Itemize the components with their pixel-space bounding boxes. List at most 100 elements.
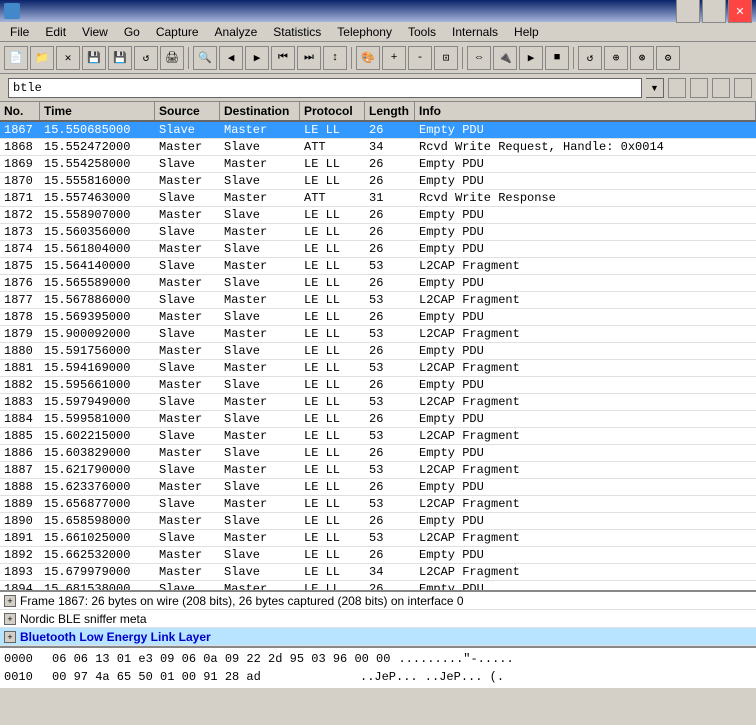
goto-first-button[interactable]: ⏮: [271, 46, 295, 70]
table-row[interactable]: 189315.679979000MasterSlaveLE LL34L2CAP …: [0, 564, 756, 581]
menu-item-edit[interactable]: Edit: [37, 23, 74, 41]
table-row[interactable]: 189015.658598000MasterSlaveLE LL26Empty …: [0, 513, 756, 530]
table-row[interactable]: 187515.564140000SlaveMasterLE LL53L2CAP …: [0, 258, 756, 275]
table-row[interactable]: 188015.591756000MasterSlaveLE LL26Empty …: [0, 343, 756, 360]
table-row[interactable]: 187215.558907000MasterSlaveLE LL26Empty …: [0, 207, 756, 224]
restart-capture-button[interactable]: ↺: [578, 46, 602, 70]
close-button[interactable]: ✕: [728, 0, 752, 23]
resize-cols-button[interactable]: ⇔: [467, 46, 491, 70]
expression-button[interactable]: [668, 78, 686, 98]
goto-last-button[interactable]: ⏭: [297, 46, 321, 70]
table-row[interactable]: 187315.560356000SlaveMasterLE LL26Empty …: [0, 224, 756, 241]
menu-item-statistics[interactable]: Statistics: [265, 23, 329, 41]
table-row[interactable]: 188615.603829000MasterSlaveLE LL26Empty …: [0, 445, 756, 462]
table-row[interactable]: 189115.661025000SlaveMasterLE LL53L2CAP …: [0, 530, 756, 547]
open-file-button[interactable]: 📁: [30, 46, 54, 70]
table-row[interactable]: 189415.681538000SlaveMasterLE LL26Empty …: [0, 581, 756, 592]
hex-offset: 0010: [4, 668, 44, 686]
col-destination[interactable]: Destination: [220, 102, 300, 120]
detail-row[interactable]: +Bluetooth Low Energy Link Layer: [0, 628, 756, 646]
filter-color-button[interactable]: 🎨: [356, 46, 380, 70]
packet-list[interactable]: No. Time Source Destination Protocol Len…: [0, 102, 756, 592]
save-button[interactable]: [734, 78, 752, 98]
table-row[interactable]: 186815.552472000MasterSlaveATT34Rcvd Wri…: [0, 139, 756, 156]
table-row[interactable]: 186915.554258000SlaveMasterLE LL26Empty …: [0, 156, 756, 173]
table-cell: 15.560356000: [40, 224, 155, 240]
preferences-button[interactable]: ⚙: [656, 46, 680, 70]
hex-ascii: ........."-.....: [398, 650, 513, 668]
menu-item-help[interactable]: Help: [506, 23, 547, 41]
prev-button[interactable]: ◀: [219, 46, 243, 70]
display-filter-button[interactable]: ⊛: [630, 46, 654, 70]
table-cell: 1874: [0, 241, 40, 257]
close-file-button[interactable]: ✕: [56, 46, 80, 70]
expand-icon[interactable]: +: [4, 631, 16, 643]
next-button[interactable]: ▶: [245, 46, 269, 70]
table-row[interactable]: 187815.569395000MasterSlaveLE LL26Empty …: [0, 309, 756, 326]
apply-button[interactable]: [712, 78, 730, 98]
col-info[interactable]: Info: [415, 102, 756, 120]
menu-item-telephony[interactable]: Telephony: [329, 23, 400, 41]
table-row[interactable]: 188415.599581000MasterSlaveLE LL26Empty …: [0, 411, 756, 428]
table-row[interactable]: 188915.656877000SlaveMasterLE LL53L2CAP …: [0, 496, 756, 513]
col-source[interactable]: Source: [155, 102, 220, 120]
find-button[interactable]: 🔍: [193, 46, 217, 70]
filter-dropdown[interactable]: ▼: [646, 78, 664, 98]
table-row[interactable]: 188115.594169000SlaveMasterLE LL53L2CAP …: [0, 360, 756, 377]
menu-item-internals[interactable]: Internals: [444, 23, 506, 41]
table-cell: LE LL: [300, 564, 365, 580]
col-time[interactable]: Time: [40, 102, 155, 120]
table-row[interactable]: 187115.557463000SlaveMasterATT31Rcvd Wri…: [0, 190, 756, 207]
table-row[interactable]: 187715.567886000SlaveMasterLE LL53L2CAP …: [0, 292, 756, 309]
jump-button[interactable]: ↕: [323, 46, 347, 70]
save-as-button[interactable]: 💾: [108, 46, 132, 70]
maximize-button[interactable]: [702, 0, 726, 23]
capture-iface-button[interactable]: 🔌: [493, 46, 517, 70]
reload-button[interactable]: ↺: [134, 46, 158, 70]
start-capture-button[interactable]: ▶: [519, 46, 543, 70]
minimize-button[interactable]: [676, 0, 700, 23]
print-button[interactable]: 🖨: [160, 46, 184, 70]
menu-item-file[interactable]: File: [2, 23, 37, 41]
detail-row[interactable]: +Nordic BLE sniffer meta: [0, 610, 756, 628]
table-row[interactable]: 188315.597949000SlaveMasterLE LL53L2CAP …: [0, 394, 756, 411]
expand-icon[interactable]: +: [4, 595, 16, 607]
menu-item-analyze[interactable]: Analyze: [207, 23, 266, 41]
table-cell: 15.569395000: [40, 309, 155, 325]
zoom-in-button[interactable]: +: [382, 46, 406, 70]
table-cell: 1882: [0, 377, 40, 393]
table-row[interactable]: 187915.900092000SlaveMasterLE LL53L2CAP …: [0, 326, 756, 343]
save-button[interactable]: 💾: [82, 46, 106, 70]
col-length[interactable]: Length: [365, 102, 415, 120]
capture-filter-button[interactable]: ⊕: [604, 46, 628, 70]
menu-item-go[interactable]: Go: [116, 23, 148, 41]
table-row[interactable]: 189215.662532000MasterSlaveLE LL26Empty …: [0, 547, 756, 564]
expand-icon[interactable]: +: [4, 613, 16, 625]
table-cell: 1892: [0, 547, 40, 563]
table-row[interactable]: 186715.550685000SlaveMasterLE LL26Empty …: [0, 122, 756, 139]
toolbar-separator: [351, 47, 352, 69]
table-row[interactable]: 187415.561804000MasterSlaveLE LL26Empty …: [0, 241, 756, 258]
table-row[interactable]: 187015.555816000MasterSlaveLE LL26Empty …: [0, 173, 756, 190]
table-row[interactable]: 187615.565589000MasterSlaveLE LL26Empty …: [0, 275, 756, 292]
normal-size-button[interactable]: ⊡: [434, 46, 458, 70]
table-row[interactable]: 188715.621790000SlaveMasterLE LL53L2CAP …: [0, 462, 756, 479]
detail-row[interactable]: +Frame 1867: 26 bytes on wire (208 bits)…: [0, 592, 756, 610]
hex-bytes: 00 97 4a 65 50 01 00 91 28 ad: [52, 668, 352, 686]
zoom-out-button[interactable]: -: [408, 46, 432, 70]
table-row[interactable]: 188815.623376000MasterSlaveLE LL26Empty …: [0, 479, 756, 496]
col-protocol[interactable]: Protocol: [300, 102, 365, 120]
table-row[interactable]: 188215.595661000MasterSlaveLE LL26Empty …: [0, 377, 756, 394]
menu-item-tools[interactable]: Tools: [400, 23, 444, 41]
stop-capture-button[interactable]: ■: [545, 46, 569, 70]
new-capture-button[interactable]: 📄: [4, 46, 28, 70]
clear-button[interactable]: [690, 78, 708, 98]
filter-input[interactable]: [8, 78, 642, 98]
window-controls[interactable]: ✕: [676, 0, 752, 23]
col-no[interactable]: No.: [0, 102, 40, 120]
menu-item-view[interactable]: View: [74, 23, 116, 41]
table-cell: LE LL: [300, 462, 365, 478]
menu-item-capture[interactable]: Capture: [148, 23, 207, 41]
table-cell: Slave: [220, 377, 300, 393]
table-row[interactable]: 188515.602215000SlaveMasterLE LL53L2CAP …: [0, 428, 756, 445]
